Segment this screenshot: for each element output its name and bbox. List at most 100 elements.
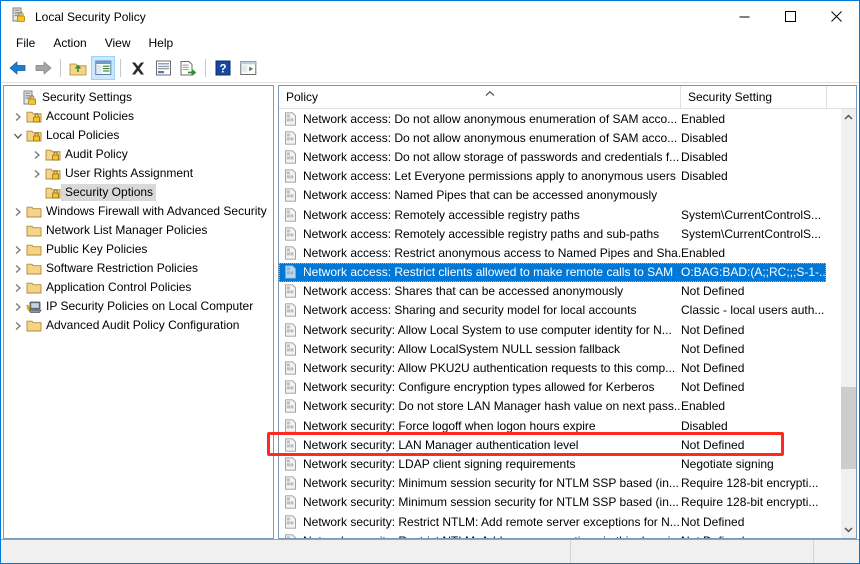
policy-setting-icon bbox=[283, 226, 299, 242]
menu-help[interactable]: Help bbox=[140, 33, 183, 53]
menu-file[interactable]: File bbox=[7, 33, 44, 53]
table-row[interactable]: Network access: Do not allow storage of … bbox=[279, 147, 840, 166]
sidebar-item-advanced-audit-policy-configuration[interactable]: Advanced Audit Policy Configuration bbox=[4, 316, 273, 335]
maximize-button[interactable] bbox=[767, 1, 813, 32]
toolbar-separator-3 bbox=[205, 59, 206, 77]
policy-name: Network access: Named Pipes that can be … bbox=[303, 188, 658, 203]
table-row[interactable]: Network security: Do not store LAN Manag… bbox=[279, 397, 840, 416]
policy-name: Network access: Sharing and security mod… bbox=[303, 303, 637, 318]
ip-security-icon bbox=[26, 299, 42, 315]
view-window-button[interactable] bbox=[236, 56, 260, 80]
table-row[interactable]: Network access: Remotely accessible regi… bbox=[279, 224, 840, 243]
tree-item-label: Software Restriction Policies bbox=[46, 261, 199, 275]
folder-lock-icon bbox=[45, 185, 61, 201]
table-row[interactable]: Network security: Configure encryption t… bbox=[279, 378, 840, 397]
tree-item-label: Local Policies bbox=[46, 128, 120, 142]
chevron-right-icon[interactable] bbox=[29, 145, 45, 164]
sidebar-item-application-control-policies[interactable]: Application Control Policies bbox=[4, 278, 273, 297]
sidebar-item-windows-firewall[interactable]: Windows Firewall with Advanced Security bbox=[4, 202, 273, 221]
policy-setting: Enabled bbox=[681, 111, 726, 126]
table-row[interactable]: Network security: Force logoff when logo… bbox=[279, 416, 840, 435]
policy-setting: Disabled bbox=[681, 130, 728, 145]
menu-view[interactable]: View bbox=[96, 33, 140, 53]
tree-item-label: Windows Firewall with Advanced Security bbox=[46, 204, 267, 218]
table-row-selected[interactable]: Network access: Restrict clients allowed… bbox=[279, 262, 826, 282]
properties-button[interactable] bbox=[151, 56, 175, 80]
scroll-up-button[interactable] bbox=[841, 109, 856, 126]
policy-setting: System\CurrentControlS... bbox=[681, 226, 822, 241]
tree-item-security-settings[interactable]: Security Settings bbox=[4, 88, 273, 107]
chevron-right-icon[interactable] bbox=[10, 202, 26, 221]
table-row[interactable]: Network access: Do not allow anonymous e… bbox=[279, 128, 840, 147]
sidebar-item-software-restriction-policies[interactable]: Software Restriction Policies bbox=[4, 259, 273, 278]
sidebar-item-account-policies[interactable]: Account Policies bbox=[4, 107, 273, 126]
table-row[interactable]: Network security: LDAP client signing re… bbox=[279, 454, 840, 473]
minimize-button[interactable] bbox=[721, 1, 767, 32]
chevron-right-icon[interactable] bbox=[10, 297, 26, 316]
table-row[interactable]: Network security: Allow PKU2U authentica… bbox=[279, 358, 840, 377]
policy-setting: Require 128-bit encrypti... bbox=[681, 476, 819, 491]
policy-name: Network access: Let Everyone permissions… bbox=[303, 169, 676, 184]
policy-name: Network security: LDAP client signing re… bbox=[303, 456, 576, 471]
sidebar-item-network-list-manager-policies[interactable]: Network List Manager Policies bbox=[4, 221, 273, 240]
sidebar-item-user-rights-assignment[interactable]: User Rights Assignment bbox=[4, 164, 273, 183]
chevron-right-icon[interactable] bbox=[29, 164, 45, 183]
policy-setting-icon bbox=[283, 111, 299, 127]
table-row[interactable]: Network security: Restrict NTLM: Add ser… bbox=[279, 531, 840, 538]
show-hide-tree-button[interactable] bbox=[91, 56, 115, 80]
policy-setting: O:BAG:BAD:(A;;RC;;;S-1-... bbox=[681, 265, 826, 280]
table-row[interactable]: Network security: Allow Local System to … bbox=[279, 320, 840, 339]
up-one-level-button[interactable] bbox=[66, 56, 90, 80]
tree-item-label: Security Settings bbox=[42, 90, 133, 104]
table-row[interactable]: Network access: Named Pipes that can be … bbox=[279, 186, 840, 205]
export-list-button[interactable] bbox=[176, 56, 200, 80]
sidebar-item-security-options[interactable]: Security Options bbox=[4, 183, 273, 202]
table-row[interactable]: Network security: Minimum session securi… bbox=[279, 474, 840, 493]
chevron-right-icon[interactable] bbox=[10, 259, 26, 278]
tree-item-label: User Rights Assignment bbox=[65, 166, 194, 180]
sidebar-item-audit-policy[interactable]: Audit Policy bbox=[4, 145, 273, 164]
chevron-right-icon[interactable] bbox=[10, 107, 26, 126]
table-row[interactable]: Network security: Allow LocalSystem NULL… bbox=[279, 339, 840, 358]
list-body: Network access: Do not allow anonymous e… bbox=[279, 109, 856, 538]
forward-button[interactable] bbox=[31, 56, 55, 80]
table-row[interactable]: Network security: Minimum session securi… bbox=[279, 493, 840, 512]
chevron-right-icon[interactable] bbox=[10, 240, 26, 259]
table-row-lan-manager-authentication-level[interactable]: Network security: LAN Manager authentica… bbox=[279, 435, 840, 454]
policy-setting: Not Defined bbox=[681, 322, 745, 337]
table-row[interactable]: Network access: Restrict anonymous acces… bbox=[279, 243, 840, 262]
table-row[interactable]: Network access: Do not allow anonymous e… bbox=[279, 109, 840, 128]
table-row[interactable]: Network access: Remotely accessible regi… bbox=[279, 205, 840, 224]
menu-action[interactable]: Action bbox=[44, 33, 95, 53]
twisty-placeholder bbox=[6, 88, 22, 107]
policy-setting: Not Defined bbox=[681, 284, 745, 299]
sidebar-item-local-policies[interactable]: Local Policies bbox=[4, 126, 273, 145]
back-button[interactable] bbox=[6, 56, 30, 80]
scroll-down-button[interactable] bbox=[841, 521, 856, 538]
table-row[interactable]: Network access: Let Everyone permissions… bbox=[279, 167, 840, 186]
console-tree: Security Settings Account Policies Local… bbox=[4, 86, 273, 335]
folder-lock-icon bbox=[26, 128, 42, 144]
policy-setting-icon bbox=[283, 475, 299, 491]
chevron-down-icon[interactable] bbox=[10, 126, 26, 145]
table-row[interactable]: Network access: Shares that can be acces… bbox=[279, 282, 840, 301]
svg-text:?: ? bbox=[219, 63, 226, 75]
tree-item-label: Audit Policy bbox=[65, 147, 128, 161]
security-settings-icon bbox=[22, 90, 38, 106]
table-row[interactable]: Network access: Sharing and security mod… bbox=[279, 301, 840, 320]
column-header-security-setting[interactable]: Security Setting bbox=[681, 86, 827, 108]
table-row[interactable]: Network security: Restrict NTLM: Add rem… bbox=[279, 512, 840, 531]
policy-setting-icon bbox=[283, 264, 299, 280]
scrollbar-thumb[interactable] bbox=[841, 387, 856, 469]
help-button[interactable]: ? bbox=[211, 56, 235, 80]
close-button[interactable] bbox=[813, 1, 859, 32]
chevron-right-icon[interactable] bbox=[10, 316, 26, 335]
sidebar-item-public-key-policies[interactable]: Public Key Policies bbox=[4, 240, 273, 259]
console-tree-pane: Security Settings Account Policies Local… bbox=[3, 85, 274, 539]
sidebar-item-ip-security-policies[interactable]: IP Security Policies on Local Computer bbox=[4, 297, 273, 316]
list-vertical-scrollbar[interactable] bbox=[840, 109, 856, 538]
column-header-policy[interactable]: Policy bbox=[279, 86, 681, 108]
policy-setting-icon bbox=[283, 245, 299, 261]
delete-button[interactable] bbox=[126, 56, 150, 80]
chevron-right-icon[interactable] bbox=[10, 278, 26, 297]
